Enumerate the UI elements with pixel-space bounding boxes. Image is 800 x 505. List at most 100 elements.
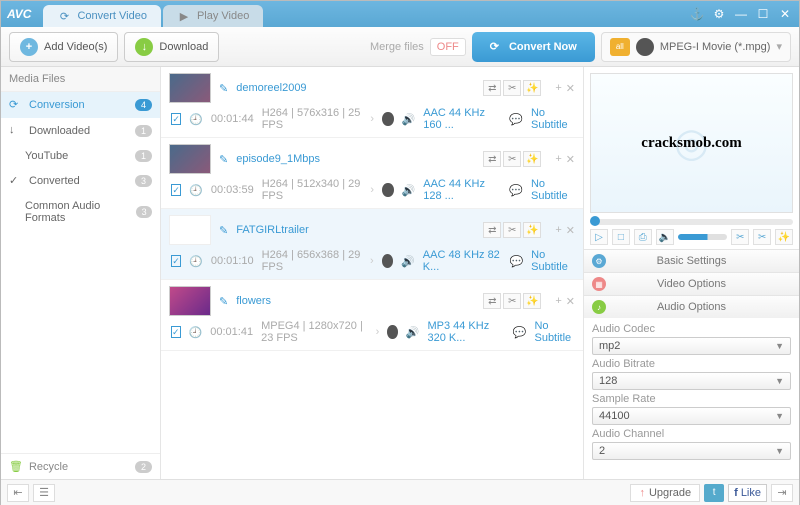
merge-toggle[interactable]: OFF: [430, 38, 466, 56]
add-item-button[interactable]: +: [555, 295, 561, 308]
file-row[interactable]: ✎demoreel2009⇄✂✨+✕✓🕘00:01:44H264 | 576x3…: [161, 67, 583, 138]
file-subtitle-info[interactable]: No Subtitle: [531, 249, 575, 273]
stop-button[interactable]: □: [612, 229, 630, 245]
file-checkbox[interactable]: ✓: [171, 113, 181, 125]
play-button[interactable]: ▷: [590, 229, 608, 245]
globe-icon[interactable]: [382, 254, 393, 268]
remove-item-button[interactable]: ✕: [566, 295, 575, 308]
sidebar-item-converted[interactable]: ✓ Converted 3: [1, 168, 160, 194]
file-row[interactable]: ✎episode9_1Mbps⇄✂✨+✕✓🕘00:03:59H264 | 512…: [161, 138, 583, 209]
add-videos-button[interactable]: + Add Video(s): [9, 32, 118, 62]
recycle-bin[interactable]: 🗑 Recycle 2: [1, 453, 160, 479]
remove-item-button[interactable]: ✕: [566, 153, 575, 166]
edit-icon[interactable]: ✎: [219, 224, 228, 237]
sidebar-item-conversion[interactable]: ⟳ Conversion 4: [1, 92, 160, 118]
tab-label: Convert Video: [77, 10, 147, 22]
repeat-button[interactable]: ⇄: [483, 80, 501, 96]
collapse-left-button[interactable]: ⇤: [7, 484, 29, 502]
twitter-button[interactable]: t: [704, 484, 724, 502]
facebook-like-button[interactable]: fLike: [728, 484, 767, 502]
maximize-button[interactable]: ☐: [755, 7, 771, 21]
status-bar: ⇤ ☰ ↑ Upgrade t fLike ⇥: [1, 479, 799, 505]
add-item-button[interactable]: +: [555, 224, 561, 237]
close-button[interactable]: ✕: [777, 7, 793, 21]
minimize-button[interactable]: —: [733, 7, 749, 21]
file-audio-info[interactable]: AAC 44 KHz 160 ...: [423, 107, 501, 131]
sidebar-item-youtube[interactable]: YouTube 1: [1, 144, 160, 168]
cut-button[interactable]: ✂: [503, 151, 521, 167]
tab-convert-video[interactable]: ⟳ Convert Video: [43, 5, 161, 27]
remove-item-button[interactable]: ✕: [566, 224, 575, 237]
trim-end-button[interactable]: ✂: [753, 229, 771, 245]
volume-slider[interactable]: [678, 234, 728, 240]
globe-icon[interactable]: [382, 112, 393, 126]
basic-settings-header[interactable]: ⚙ Basic Settings: [584, 249, 799, 272]
effects-button[interactable]: ✨: [523, 80, 541, 96]
chevron-right-icon: ›: [370, 255, 374, 267]
file-duration: 00:01:41: [210, 326, 253, 338]
panel-button[interactable]: ☰: [33, 484, 55, 502]
video-thumbnail: [169, 144, 211, 174]
collapse-right-button[interactable]: ⇥: [771, 484, 793, 502]
check-icon: ✓: [9, 174, 23, 188]
file-subtitle-info[interactable]: No Subtitle: [531, 107, 575, 131]
subtitle-icon: 💬: [509, 184, 523, 197]
file-video-info: MPEG4 | 1280x720 | 23 FPS: [261, 320, 367, 344]
effects-button[interactable]: ✨: [523, 222, 541, 238]
add-item-button[interactable]: +: [555, 153, 561, 166]
download-button[interactable]: ↓ Download: [124, 32, 219, 62]
trim-start-button[interactable]: ✂: [731, 229, 749, 245]
snapshot-button[interactable]: ⎙: [634, 229, 652, 245]
gear-icon[interactable]: ⚙: [711, 7, 727, 21]
sidebar-item-audio-formats[interactable]: Common Audio Formats 3: [1, 194, 160, 230]
remove-item-button[interactable]: ✕: [566, 82, 575, 95]
repeat-button[interactable]: ⇄: [483, 151, 501, 167]
magic-button[interactable]: ✨: [775, 229, 793, 245]
audio-codec-select[interactable]: mp2▼: [592, 337, 791, 355]
playback-scrubber[interactable]: [590, 219, 793, 225]
output-profile-selector[interactable]: all MPEG-I Movie (*.mpg) ▾: [601, 32, 791, 62]
file-audio-info[interactable]: MP3 44 KHz 320 K...: [427, 320, 504, 344]
file-checkbox[interactable]: ✓: [171, 326, 181, 338]
upgrade-button[interactable]: ↑ Upgrade: [630, 484, 700, 502]
audio-bitrate-select[interactable]: 128▼: [592, 372, 791, 390]
video-options-header[interactable]: ▦ Video Options: [584, 272, 799, 295]
add-item-button[interactable]: +: [555, 82, 561, 95]
sample-rate-select[interactable]: 44100▼: [592, 407, 791, 425]
sidebar-item-downloaded[interactable]: ↓ Downloaded 1: [1, 118, 160, 144]
cut-button[interactable]: ✂: [503, 293, 521, 309]
globe-icon[interactable]: [387, 325, 398, 339]
speaker-icon: ♪: [592, 300, 606, 314]
file-subtitle-info[interactable]: No Subtitle: [534, 320, 575, 344]
trash-icon: 🗑: [9, 460, 23, 473]
speaker-icon: 🔊: [406, 326, 420, 339]
repeat-button[interactable]: ⇄: [483, 293, 501, 309]
chevron-right-icon: ›: [370, 113, 374, 125]
file-name: demoreel2009: [236, 82, 475, 94]
file-audio-info[interactable]: AAC 44 KHz 128 ...: [423, 178, 501, 202]
file-checkbox[interactable]: ✓: [171, 184, 181, 196]
convert-now-button[interactable]: ⟳ Convert Now: [472, 32, 595, 62]
cut-button[interactable]: ✂: [503, 80, 521, 96]
edit-icon[interactable]: ✎: [219, 295, 228, 308]
chevron-down-icon: ▼: [775, 446, 784, 456]
edit-icon[interactable]: ✎: [219, 82, 228, 95]
file-row[interactable]: ✎flowers⇄✂✨+✕✓🕘00:01:41MPEG4 | 1280x720 …: [161, 280, 583, 351]
volume-icon[interactable]: 🔈: [656, 229, 674, 245]
edit-icon[interactable]: ✎: [219, 153, 228, 166]
file-audio-info[interactable]: AAC 48 KHz 82 K...: [423, 249, 502, 273]
effects-button[interactable]: ✨: [523, 293, 541, 309]
player-controls: ▷ □ ⎙ 🔈 ✂ ✂ ✨: [584, 225, 799, 249]
effects-button[interactable]: ✨: [523, 151, 541, 167]
globe-icon[interactable]: [382, 183, 393, 197]
audio-channel-select[interactable]: 2▼: [592, 442, 791, 460]
button-label: Add Video(s): [44, 41, 107, 53]
audio-options-header[interactable]: ♪ Audio Options: [584, 295, 799, 318]
file-checkbox[interactable]: ✓: [171, 255, 181, 267]
tab-play-video[interactable]: ▶ Play Video: [163, 5, 263, 27]
cut-button[interactable]: ✂: [503, 222, 521, 238]
file-subtitle-info[interactable]: No Subtitle: [531, 178, 575, 202]
repeat-button[interactable]: ⇄: [483, 222, 501, 238]
settings-icon[interactable]: ⚓: [689, 7, 705, 21]
file-row[interactable]: ✎FATGIRLtrailer⇄✂✨+✕✓🕘00:01:10H264 | 656…: [161, 209, 583, 280]
